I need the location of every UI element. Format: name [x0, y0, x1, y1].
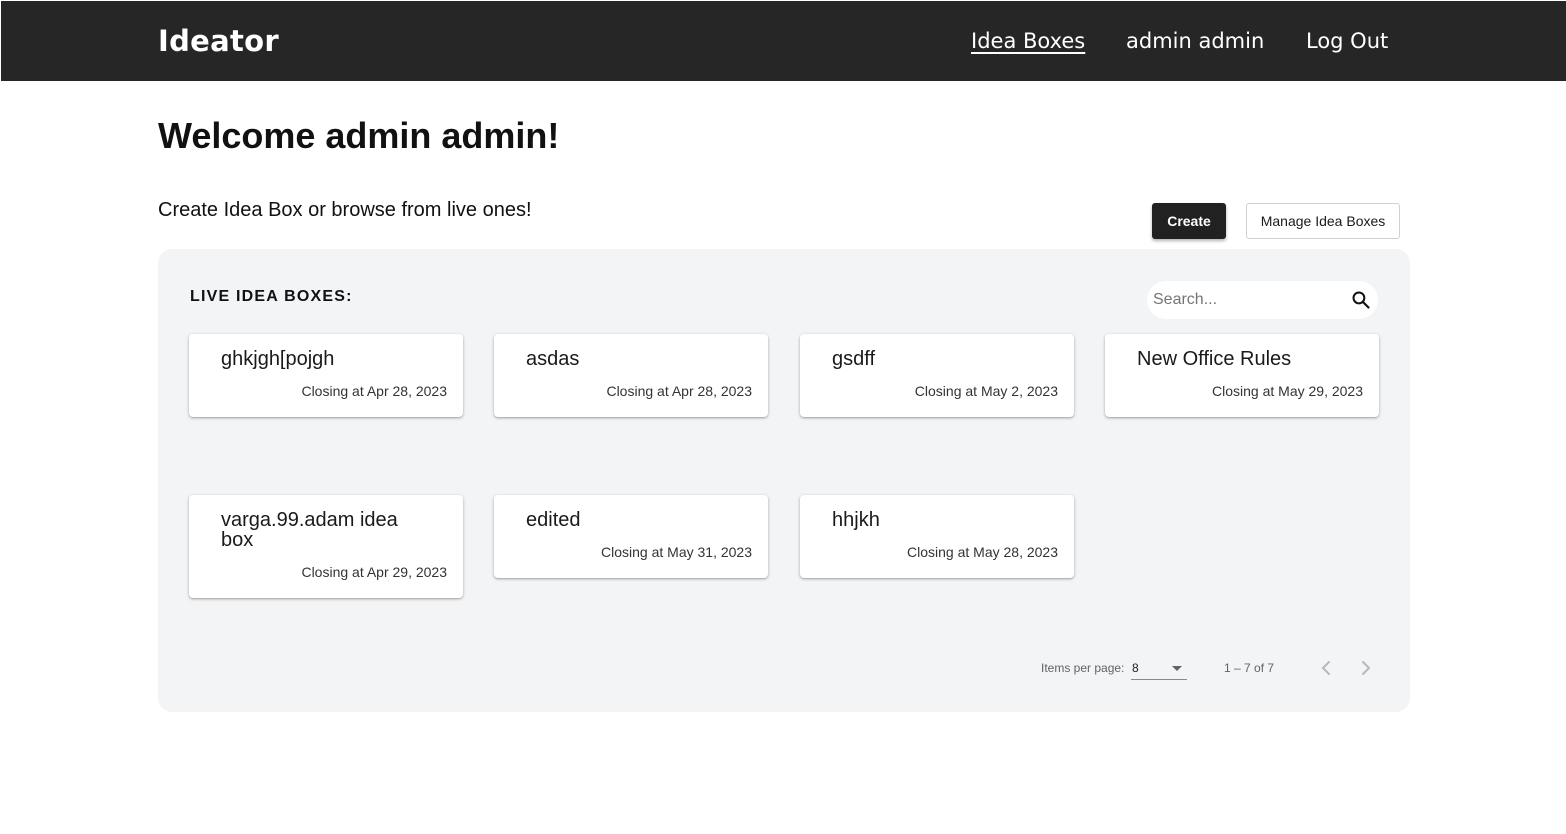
dropdown-arrow-icon [1172, 666, 1182, 671]
idea-box-title: gsdff [832, 348, 875, 370]
idea-box-card[interactable]: edited Closing at May 31, 2023 [494, 495, 768, 578]
page-subtitle: Create Idea Box or browse from live ones… [158, 199, 532, 221]
idea-box-closing-date: Closing at Apr 28, 2023 [301, 383, 447, 399]
idea-box-card[interactable]: gsdff Closing at May 2, 2023 [800, 334, 1074, 417]
manage-idea-boxes-button[interactable]: Manage Idea Boxes [1246, 203, 1400, 239]
idea-box-card[interactable]: hhjkh Closing at May 28, 2023 [800, 495, 1074, 578]
idea-box-title: varga.99.adam idea box [221, 509, 398, 551]
nav-user-link[interactable]: admin admin [1126, 25, 1264, 57]
idea-box-closing-date: Closing at May 28, 2023 [907, 544, 1058, 560]
pagination-range: 1 – 7 of 7 [1224, 661, 1275, 675]
search-input[interactable] [1153, 289, 1343, 311]
create-button[interactable]: Create [1152, 203, 1226, 239]
chevron-right-icon [1362, 661, 1370, 675]
idea-box-title: New Office Rules [1137, 348, 1292, 370]
items-per-page-value: 8 [1132, 661, 1139, 675]
next-page-button[interactable] [1354, 656, 1378, 680]
chevron-left-icon [1322, 661, 1330, 675]
idea-box-closing-date: Closing at Apr 28, 2023 [606, 383, 752, 399]
idea-box-title: asdas [526, 348, 580, 370]
items-per-page-label: Items per page: [1041, 661, 1125, 675]
idea-box-closing-date: Closing at Apr 29, 2023 [301, 564, 447, 580]
nav-logout-link[interactable]: Log Out [1306, 25, 1388, 57]
idea-box-card[interactable]: New Office Rules Closing at May 29, 2023 [1105, 334, 1379, 417]
top-nav-bar: Ideator Idea Boxes admin admin Log Out [1, 1, 1566, 81]
items-per-page-select[interactable]: 8 [1131, 656, 1187, 680]
previous-page-button[interactable] [1314, 656, 1338, 680]
idea-box-closing-date: Closing at May 29, 2023 [1212, 383, 1363, 399]
search-icon[interactable] [1351, 290, 1371, 310]
idea-box-card[interactable]: asdas Closing at Apr 28, 2023 [494, 334, 768, 417]
idea-box-title: edited [526, 509, 581, 531]
page-title: Welcome admin admin! [158, 115, 560, 156]
idea-box-closing-date: Closing at May 31, 2023 [601, 544, 752, 560]
idea-box-title: hhjkh [832, 509, 880, 531]
live-idea-boxes-heading: LIVE IDEA BOXES: [190, 288, 353, 305]
idea-box-card[interactable]: ghkjgh[pojgh Closing at Apr 28, 2023 [189, 334, 463, 417]
search-box [1147, 281, 1378, 319]
app-logo[interactable]: Ideator [158, 23, 279, 59]
idea-box-closing-date: Closing at May 2, 2023 [914, 383, 1058, 399]
nav-idea-boxes-link[interactable]: Idea Boxes [971, 25, 1085, 57]
idea-box-title: ghkjgh[pojgh [221, 348, 335, 370]
idea-box-card[interactable]: varga.99.adam idea box Closing at Apr 29… [189, 495, 463, 598]
